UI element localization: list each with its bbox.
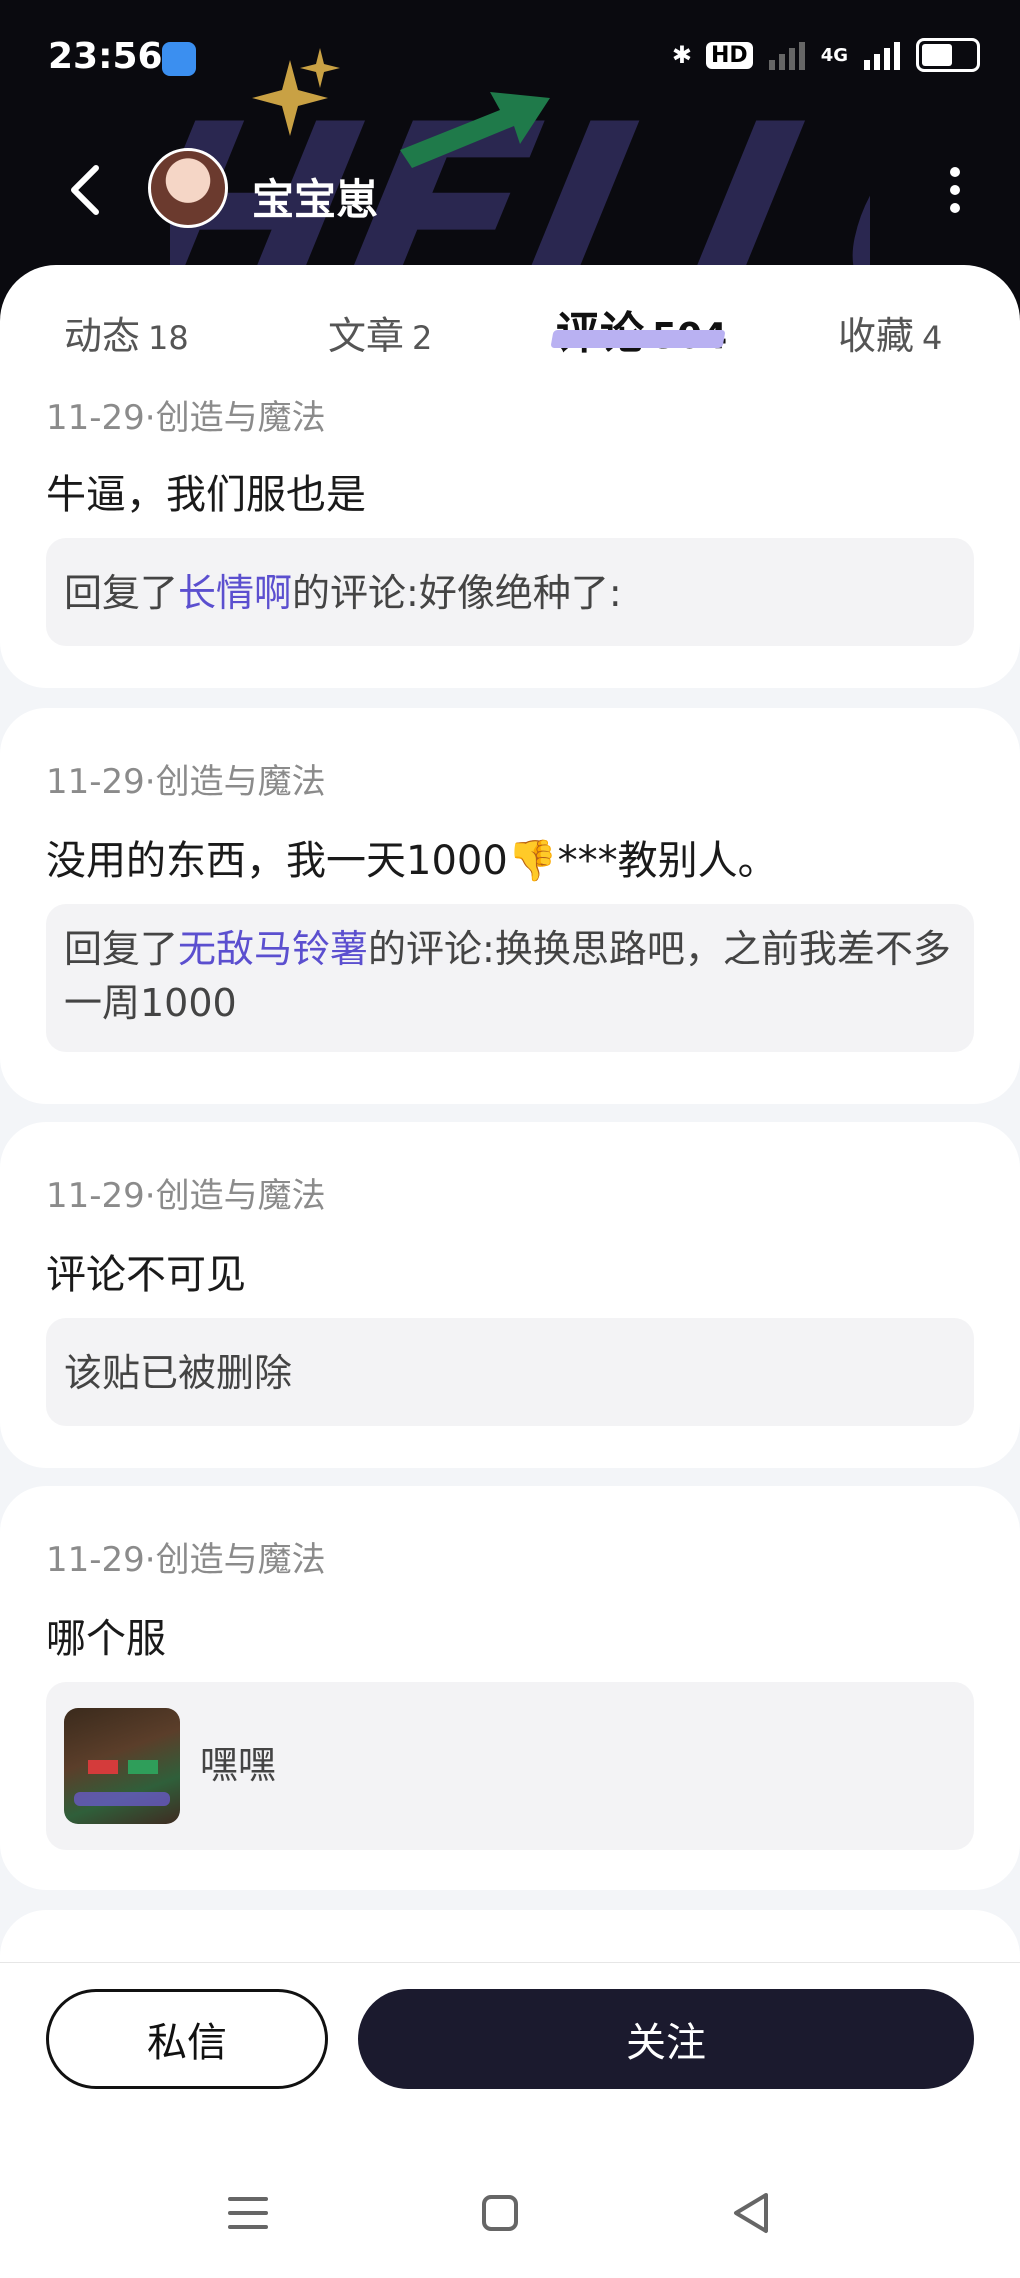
private-message-button[interactable]: 私信: [46, 1989, 328, 2089]
reply-user-link[interactable]: 长情啊: [178, 571, 292, 615]
status-time: 23:56: [48, 36, 163, 77]
status-bar: 23:56 ✱ HD 4G 52: [0, 0, 1020, 115]
comment-text-before: 没用的东西，我一天1000: [46, 838, 508, 884]
reply-user-link[interactable]: 无敌马铃薯: [178, 927, 368, 971]
signal-icon: [768, 42, 805, 70]
system-navigation-bar: [0, 2173, 1020, 2263]
comment-list[interactable]: 11-29·创造与魔法 牛逼，我们服也是 回复了长情啊的评论:好像绝种了: 11…: [0, 392, 1020, 1962]
app-notification-icon: [162, 42, 196, 76]
comment-text: 牛逼，我们服也是: [46, 472, 366, 518]
home-icon[interactable]: [470, 2183, 530, 2243]
reply-text: 的评论:好像绝种了:: [292, 571, 622, 615]
avatar[interactable]: [148, 148, 228, 228]
reply-box[interactable]: 回复了无敌马铃薯的评论:换换思路吧，之前我差不多一周1000: [46, 904, 974, 1052]
active-tab-indicator: [550, 330, 726, 348]
tab-dynamic[interactable]: 动态 18: [64, 305, 189, 360]
battery-level: 52: [931, 41, 965, 69]
bottom-action-bar: 私信 关注: [0, 1962, 1020, 2278]
comment-card[interactable]: [0, 1910, 1020, 1962]
tab-label: 收藏: [838, 314, 915, 358]
reply-prefix: 回复了: [64, 571, 179, 615]
tab-count: 2: [412, 319, 433, 357]
tab-count: 18: [148, 319, 189, 357]
back-nav-icon[interactable]: [722, 2183, 782, 2243]
reply-box[interactable]: 回复了长情啊的评论:好像绝种了:: [46, 538, 974, 646]
tab-favorites[interactable]: 收藏 4: [838, 305, 942, 360]
comment-meta: 11-29·创造与魔法: [46, 1176, 326, 1216]
more-icon[interactable]: [940, 160, 970, 220]
thumbs-down-icon: 👎: [507, 838, 558, 884]
username: 宝宝崽: [252, 175, 379, 224]
tab-articles[interactable]: 文章 2: [328, 305, 432, 360]
status-icons: ✱ HD 4G 52: [672, 38, 980, 72]
back-icon[interactable]: [60, 160, 110, 220]
reply-prefix: 回复了: [64, 927, 179, 971]
signal-icon-2: [864, 42, 900, 70]
profile-tabs: 动态18 文章2 评论504 收藏4: [0, 265, 1020, 395]
comment-text: 哪个服: [46, 1616, 166, 1662]
network-type: 4G: [820, 44, 848, 66]
menu-icon[interactable]: [218, 2183, 278, 2243]
comment-meta: 11-29·创造与魔法: [46, 398, 326, 438]
tab-label: 文章: [328, 314, 405, 358]
bluetooth-icon: ✱: [671, 41, 692, 69]
comment-text: 没用的东西，我一天1000👎***教别人。: [46, 828, 778, 886]
tab-label: 动态: [64, 314, 141, 358]
comment-card[interactable]: 11-29·创造与魔法 哪个服 嘿嘿: [0, 1486, 1020, 1890]
tab-comments[interactable]: 评论504: [556, 297, 727, 361]
comment-meta: 11-29·创造与魔法: [46, 762, 326, 802]
post-thumbnail[interactable]: [64, 1708, 180, 1824]
reply-box[interactable]: 嘿嘿: [46, 1682, 974, 1850]
hd-badge: HD: [706, 41, 753, 69]
comment-card[interactable]: 11-29·创造与魔法 没用的东西，我一天1000👎***教别人。 回复了无敌马…: [0, 708, 1020, 1104]
comment-meta: 11-29·创造与魔法: [46, 1540, 326, 1580]
follow-button[interactable]: 关注: [358, 1989, 974, 2089]
reply-box[interactable]: 该贴已被删除: [46, 1318, 974, 1426]
tab-count: 4: [922, 319, 943, 357]
reply-text: 该贴已被删除: [64, 1351, 293, 1395]
profile-nav: 宝宝崽: [0, 140, 1020, 240]
battery-icon: 52: [916, 38, 980, 72]
comment-text: 评论不可见: [46, 1252, 246, 1298]
comment-card[interactable]: 11-29·创造与魔法 评论不可见 该贴已被删除: [0, 1122, 1020, 1468]
reply-text: 嘿嘿: [200, 1743, 277, 1787]
comment-text-after: ***教别人。: [557, 838, 778, 884]
comment-card[interactable]: 11-29·创造与魔法 牛逼，我们服也是 回复了长情啊的评论:好像绝种了:: [0, 392, 1020, 688]
